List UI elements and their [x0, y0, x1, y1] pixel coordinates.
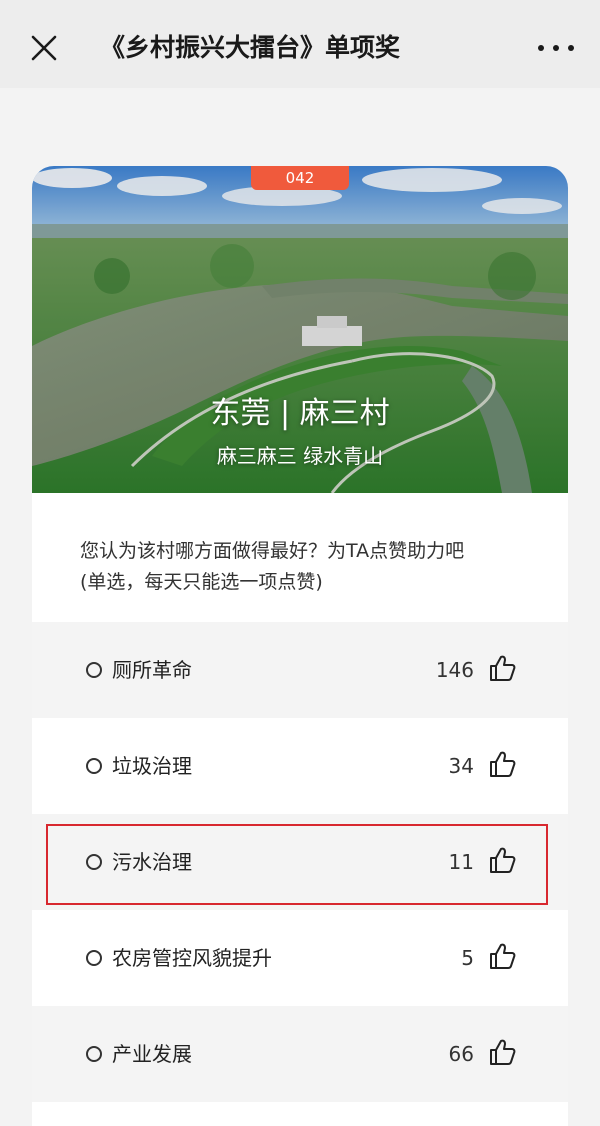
thumbs-up-icon[interactable]	[488, 1038, 516, 1066]
vote-options: 厕所革命 146 垃圾治理 34 污水治理 11 农房管控风貌提升 5 产业发展…	[32, 622, 568, 1102]
option-industry-development[interactable]: 产业发展 66	[32, 1006, 568, 1102]
village-name: 东莞 | 麻三村	[210, 396, 390, 431]
top-bar: 《乡村振兴大擂台》单项奖	[0, 0, 600, 88]
close-icon	[31, 35, 57, 61]
radio-icon[interactable]	[86, 758, 102, 774]
option-label: 污水治理	[112, 850, 192, 874]
vote-count: 5	[461, 946, 474, 970]
option-label: 厕所革命	[112, 658, 192, 682]
more-icon-dot	[538, 45, 544, 51]
vote-prompt-line1: 您认为该村哪方面做得最好？为TA点赞助力吧	[80, 540, 465, 562]
option-label: 产业发展	[112, 1042, 192, 1066]
thumbs-up-icon[interactable]	[488, 750, 516, 778]
vote-count: 66	[448, 1042, 474, 1066]
more-button[interactable]	[538, 36, 574, 60]
radio-icon[interactable]	[86, 1046, 102, 1062]
vote-prompt-line2: (单选，每天只能选一项点赞)	[80, 571, 323, 593]
page-title: 《乡村振兴大擂台》单项奖	[100, 33, 401, 62]
option-label: 农房管控风貌提升	[112, 946, 272, 970]
thumbs-up-icon[interactable]	[488, 942, 516, 970]
option-garbage-treatment[interactable]: 垃圾治理 34	[32, 718, 568, 814]
thumbs-up-icon[interactable]	[488, 654, 516, 682]
more-icon-dot	[553, 45, 559, 51]
option-label: 垃圾治理	[112, 754, 192, 778]
vote-count: 146	[435, 658, 474, 682]
radio-icon[interactable]	[86, 854, 102, 870]
village-card: 042 东莞 | 麻三村 麻三麻三 绿水青山 您认为该村哪方面做得最好？为TA点…	[32, 166, 568, 1126]
vote-count: 11	[448, 850, 474, 874]
thumbs-up-icon[interactable]	[488, 846, 516, 874]
option-toilet-revolution[interactable]: 厕所革命 146	[32, 622, 568, 718]
village-number-badge: 042	[251, 166, 349, 190]
more-icon-dot	[568, 45, 574, 51]
village-photo: 042 东莞 | 麻三村 麻三麻三 绿水青山	[32, 166, 568, 493]
option-sewage-treatment[interactable]: 污水治理 11	[32, 814, 568, 910]
close-button[interactable]	[26, 30, 62, 66]
vote-count: 34	[448, 754, 474, 778]
village-slogan: 麻三麻三 绿水青山	[216, 444, 384, 468]
option-housing-control[interactable]: 农房管控风貌提升 5	[32, 910, 568, 1006]
radio-icon[interactable]	[86, 950, 102, 966]
radio-icon[interactable]	[86, 662, 102, 678]
page-title-wrap: 《乡村振兴大擂台》单项奖	[100, 28, 472, 68]
vote-prompt: 您认为该村哪方面做得最好？为TA点赞助力吧 (单选，每天只能选一项点赞)	[80, 536, 540, 598]
